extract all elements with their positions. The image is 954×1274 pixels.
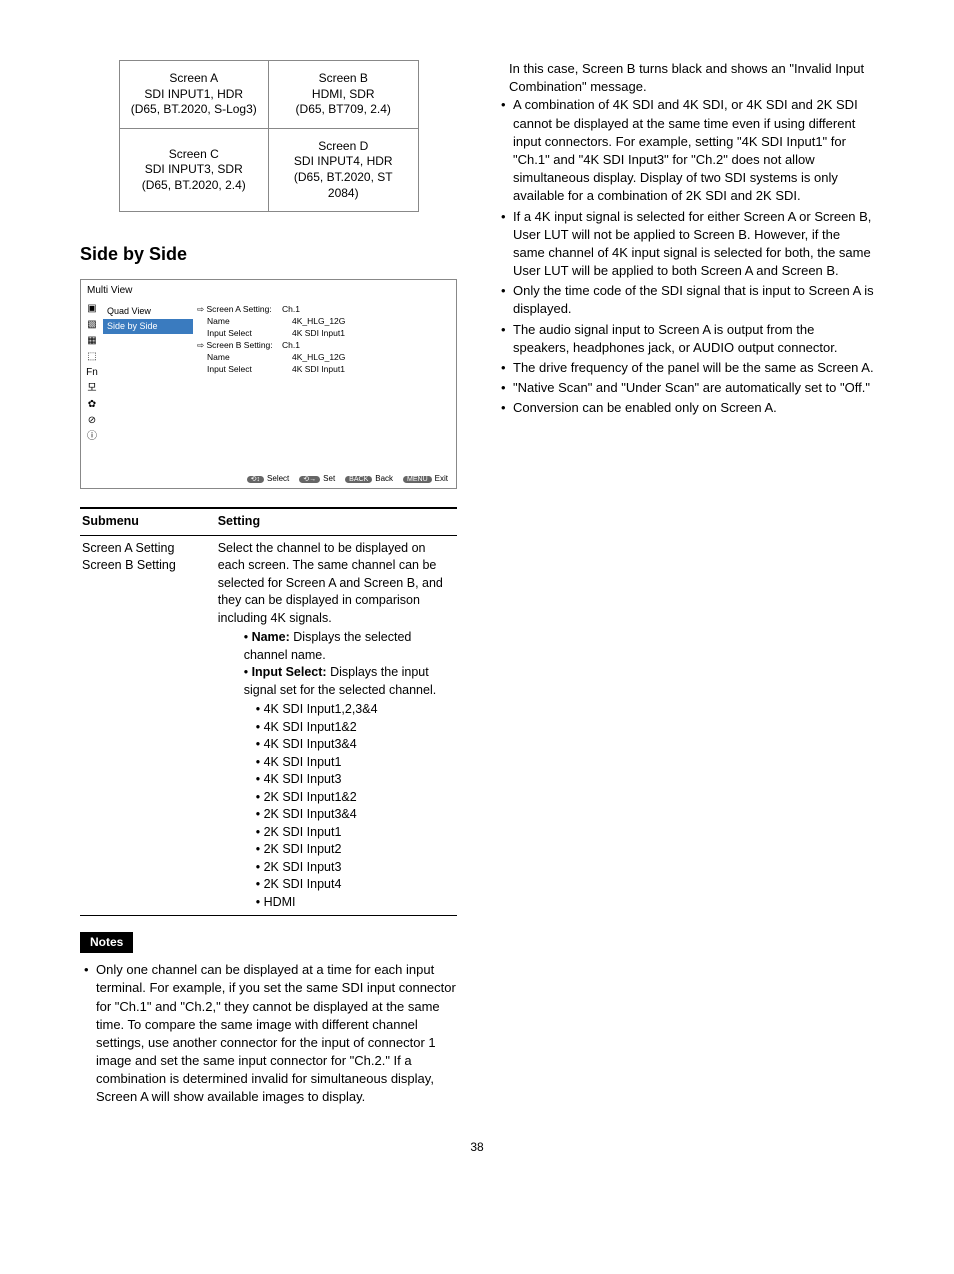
col-submenu: Submenu <box>80 508 216 535</box>
quad-b-line2: (D65, BT709, 2.4) <box>296 102 391 116</box>
screen-b-setting-label: ⇨ Screen B Setting: <box>197 340 282 352</box>
note-right-intro: In this case, Screen B turns black and s… <box>497 60 874 96</box>
input-select-label: Input Select: <box>252 665 327 679</box>
quad-cell-d: Screen D SDI INPUT4, HDR (D65, BT.2020, … <box>269 128 419 211</box>
submenu-line2: Screen B Setting <box>82 558 176 572</box>
note-left-1: Only one channel can be displayed at a t… <box>84 961 457 1107</box>
note-right-4: The audio signal input to Screen A is ou… <box>501 321 874 357</box>
screen-b-setting-value: Ch.1 <box>282 340 452 352</box>
opt-8: 2K SDI Input1 <box>256 824 455 842</box>
notes-list-left: Only one channel can be displayed at a t… <box>84 961 457 1107</box>
screen-a-name-value: 4K_HLG_12G <box>292 316 452 328</box>
menu-item-side-by-side: Side by Side <box>103 319 193 334</box>
name-bullet: Name: Displays the selected channel name… <box>244 629 455 664</box>
back-label: Back <box>375 474 393 483</box>
opt-11: 2K SDI Input4 <box>256 876 455 894</box>
fn-icon: Fn <box>86 368 98 378</box>
opt-10: 2K SDI Input3 <box>256 859 455 877</box>
screen-b-input-value: 4K SDI Input1 <box>292 364 452 376</box>
name-label: Name: <box>252 630 290 644</box>
note-right-3: Only the time code of the SDI signal tha… <box>501 282 874 318</box>
page-number: 38 <box>80 1139 874 1156</box>
grid-icon: ▦ <box>87 336 96 346</box>
notes-badge: Notes <box>80 932 133 953</box>
quad-cell-b: Screen B HDMI, SDR (D65, BT709, 2.4) <box>269 61 419 129</box>
back-badge-icon: BACK <box>345 476 372 483</box>
menu-badge-icon: MENU <box>403 476 432 483</box>
quad-d-line2: (D65, BT.2020, ST 2084) <box>294 170 393 200</box>
ui-footer: ⟲↕Select ⟲→Set BACKBack MENUExit <box>81 469 456 489</box>
ui-title: Multi View <box>81 280 456 302</box>
ui-settings-panel: ⇨ Screen A Setting:Ch.1 Name4K_HLG_12G I… <box>193 302 456 468</box>
quad-c-title: Screen C <box>128 147 261 163</box>
notes-right-block: In this case, Screen B turns black and s… <box>497 60 874 418</box>
opt-5: 4K SDI Input3 <box>256 771 455 789</box>
quad-cell-a: Screen A SDI INPUT1, HDR (D65, BT.2020, … <box>119 61 269 129</box>
adjust-icon: ▣ <box>87 304 96 314</box>
info-icon: ⓘ <box>87 432 97 442</box>
submenu-line1: Screen A Setting <box>82 541 174 555</box>
col-setting: Setting <box>216 508 457 535</box>
setting-cell: Select the channel to be displayed on ea… <box>216 535 457 916</box>
quad-d-line1: SDI INPUT4, HDR <box>294 154 393 168</box>
note-right-5: The drive frequency of the panel will be… <box>501 359 874 377</box>
block-icon: ⊘ <box>88 416 96 426</box>
note-right-2: If a 4K input signal is selected for eit… <box>501 208 874 281</box>
quad-a-line1: SDI INPUT1, HDR <box>144 87 243 101</box>
settings-table: Submenu Setting Screen A Setting Screen … <box>80 507 457 916</box>
input-icon: ⬚ <box>87 352 96 362</box>
ui-menu-list: Quad View Side by Side <box>103 302 193 468</box>
screen-a-name-label: Name <box>197 316 292 328</box>
set-badge-icon: ⟲→ <box>299 476 320 483</box>
screen-b-name-label: Name <box>197 352 292 364</box>
quad-c-line1: SDI INPUT3, SDR <box>145 162 243 176</box>
quad-d-title: Screen D <box>277 139 410 155</box>
set-label: Set <box>323 474 335 483</box>
select-label: Select <box>267 474 289 483</box>
screen-a-setting-label: ⇨ Screen A Setting: <box>197 304 282 316</box>
screen-b-name-value: 4K_HLG_12G <box>292 352 452 364</box>
opt-3: 4K SDI Input3&4 <box>256 736 455 754</box>
ui-icon-column: ▣ ▧ ▦ ⬚ Fn 모 ✿ ⊘ ⓘ <box>81 302 103 468</box>
opt-6: 2K SDI Input1&2 <box>256 789 455 807</box>
screen-a-setting-value: Ch.1 <box>282 304 452 316</box>
screen-b-input-label: Input Select <box>197 364 292 376</box>
quad-a-title: Screen A <box>128 71 261 87</box>
quad-b-title: Screen B <box>277 71 410 87</box>
note-right-6: "Native Scan" and "Under Scan" are autom… <box>501 379 874 397</box>
input-select-bullet: Input Select: Displays the input signal … <box>244 664 455 911</box>
opt-1: 4K SDI Input1,2,3&4 <box>256 701 455 719</box>
select-badge-icon: ⟲↕ <box>247 476 264 483</box>
submenu-cell: Screen A Setting Screen B Setting <box>80 535 216 916</box>
quad-a-line2: (D65, BT.2020, S-Log3) <box>131 102 257 116</box>
network-icon: 모 <box>87 384 96 394</box>
screen-a-input-label: Input Select <box>197 328 292 340</box>
screen-a-input-value: 4K SDI Input1 <box>292 328 452 340</box>
note-right-7: Conversion can be enabled only on Screen… <box>501 399 874 417</box>
opt-2: 4K SDI Input1&2 <box>256 719 455 737</box>
quad-b-line1: HDMI, SDR <box>312 87 375 101</box>
note-right-1: A combination of 4K SDI and 4K SDI, or 4… <box>501 96 874 205</box>
quad-c-line2: (D65, BT.2020, 2.4) <box>142 178 246 192</box>
exit-label: Exit <box>435 474 448 483</box>
section-heading: Side by Side <box>80 242 457 267</box>
opt-12: HDMI <box>256 894 455 912</box>
opt-4: 4K SDI Input1 <box>256 754 455 772</box>
quad-view-diagram: Screen A SDI INPUT1, HDR (D65, BT.2020, … <box>119 60 419 212</box>
gear-icon: ✿ <box>88 400 96 410</box>
opt-9: 2K SDI Input2 <box>256 841 455 859</box>
setting-intro: Select the channel to be displayed on ea… <box>218 541 443 625</box>
menu-item-quad-view: Quad View <box>103 304 193 319</box>
image-icon: ▧ <box>87 320 96 330</box>
opt-7: 2K SDI Input3&4 <box>256 806 455 824</box>
quad-cell-c: Screen C SDI INPUT3, SDR (D65, BT.2020, … <box>119 128 269 211</box>
menu-screenshot: Multi View ▣ ▧ ▦ ⬚ Fn 모 ✿ ⊘ ⓘ Quad View … <box>80 279 457 489</box>
